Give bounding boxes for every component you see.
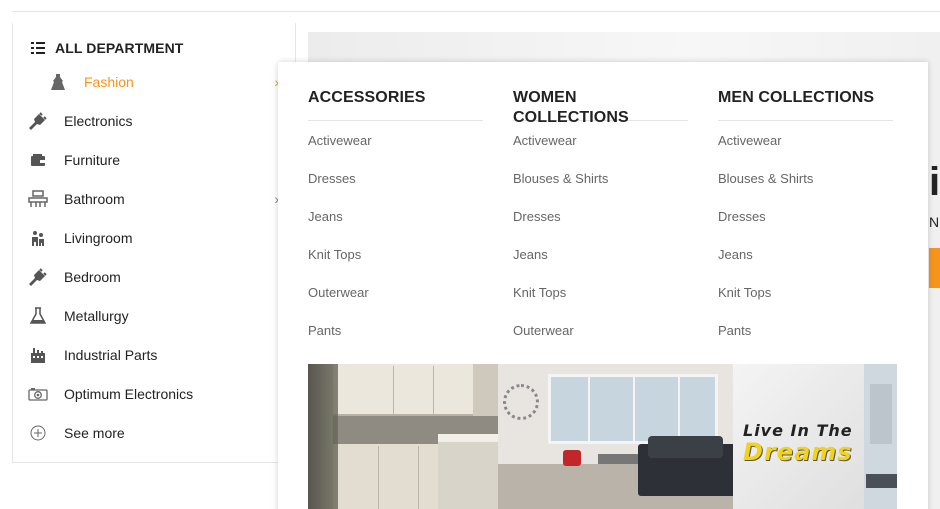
menu-link[interactable]: Activewear [308, 133, 483, 171]
sidebar-item-fashion[interactable]: Fashion › [27, 70, 279, 94]
header-divider [12, 11, 940, 12]
hero-banner-subtitle-fragment: N [929, 214, 940, 230]
sidebar-item-label: Bathroom [64, 191, 125, 207]
menu-link[interactable]: Dresses [513, 209, 688, 247]
list-icon [31, 42, 45, 54]
see-more-button[interactable]: See more [27, 421, 279, 445]
sidebar-item-industrial-parts[interactable]: Industrial Parts [27, 343, 279, 367]
menu-link[interactable]: Jeans [513, 247, 688, 285]
hero-banner-button[interactable] [929, 248, 940, 288]
sidebar-item-metallurgy[interactable]: Metallurgy [27, 304, 279, 328]
promo-banner-image[interactable]: Live In The Dreams [308, 364, 897, 509]
column-title: WOMEN COLLECTIONS [513, 89, 629, 126]
sidebar-item-label: Optimum Electronics [64, 386, 194, 402]
sidebar-item-furniture[interactable]: Furniture [27, 148, 279, 172]
sidebar-item-optimum-electronics[interactable]: Optimum Electronics [27, 382, 279, 406]
promo-headline: Live In The Dreams [743, 421, 853, 466]
flask-icon [27, 306, 49, 326]
sidebar-item-bedroom[interactable]: Bedroom [27, 265, 279, 289]
sidebar-item-label: Fashion [84, 74, 134, 90]
camera-icon [27, 384, 49, 404]
plug-icon [27, 111, 49, 131]
menu-column-women-collections: WOMEN COLLECTIONS Activewear Blouses & S… [513, 88, 688, 361]
sidebar-title: ALL DEPARTMENT [55, 40, 184, 56]
menu-link[interactable]: Jeans [308, 209, 483, 247]
sidebar-item-label: Livingroom [64, 230, 133, 246]
menu-link[interactable]: Pants [308, 323, 483, 361]
sidebar-header: ALL DEPARTMENT [31, 39, 183, 57]
factory-icon [27, 345, 49, 365]
menu-link[interactable]: Pants [718, 323, 893, 361]
column-title: ACCESSORIES [308, 89, 426, 106]
sidebar-item-electronics[interactable]: Electronics [27, 109, 279, 133]
menu-link[interactable]: Knit Tops [308, 247, 483, 285]
bathtub-icon [27, 189, 49, 209]
menu-link[interactable]: Dresses [718, 209, 893, 247]
menu-link[interactable]: Knit Tops [718, 285, 893, 323]
dress-icon [47, 72, 69, 92]
menu-link[interactable]: Jeans [718, 247, 893, 285]
menu-link[interactable]: Dresses [308, 171, 483, 209]
sidebar-item-bathroom[interactable]: Bathroom › [27, 187, 279, 211]
column-divider [308, 120, 483, 121]
sidebar-item-label: Bedroom [64, 269, 121, 285]
hero-banner-title-fragment: i [929, 160, 940, 204]
plug-icon [27, 267, 49, 287]
see-more-label: See more [64, 425, 125, 441]
menu-link[interactable]: Activewear [718, 133, 893, 171]
wallet-icon [27, 150, 49, 170]
department-sidebar: ALL DEPARTMENT Fashion › Electronics Fur… [12, 23, 296, 463]
menu-column-men-collections: MEN COLLECTIONS Activewear Blouses & Shi… [718, 88, 893, 361]
menu-link[interactable]: Activewear [513, 133, 688, 171]
sidebar-item-livingroom[interactable]: Livingroom [27, 226, 279, 250]
menu-link[interactable]: Blouses & Shirts [718, 171, 893, 209]
promo-line-2: Dreams [743, 438, 853, 466]
fashion-mega-menu: ACCESSORIES Activewear Dresses Jeans Kni… [278, 62, 928, 509]
sidebar-item-label: Industrial Parts [64, 347, 158, 363]
menu-link[interactable]: Outerwear [513, 323, 688, 361]
column-divider [718, 120, 893, 121]
menu-link[interactable]: Outerwear [308, 285, 483, 323]
family-icon [27, 228, 49, 248]
menu-link[interactable]: Knit Tops [513, 285, 688, 323]
menu-column-accessories: ACCESSORIES Activewear Dresses Jeans Kni… [308, 88, 483, 361]
menu-link[interactable]: Blouses & Shirts [513, 171, 688, 209]
sidebar-item-label: Electronics [64, 113, 133, 129]
sidebar-item-label: Furniture [64, 152, 121, 168]
column-title: MEN COLLECTIONS [718, 89, 875, 106]
plus-circle-icon [27, 423, 49, 443]
sidebar-item-label: Metallurgy [64, 308, 129, 324]
